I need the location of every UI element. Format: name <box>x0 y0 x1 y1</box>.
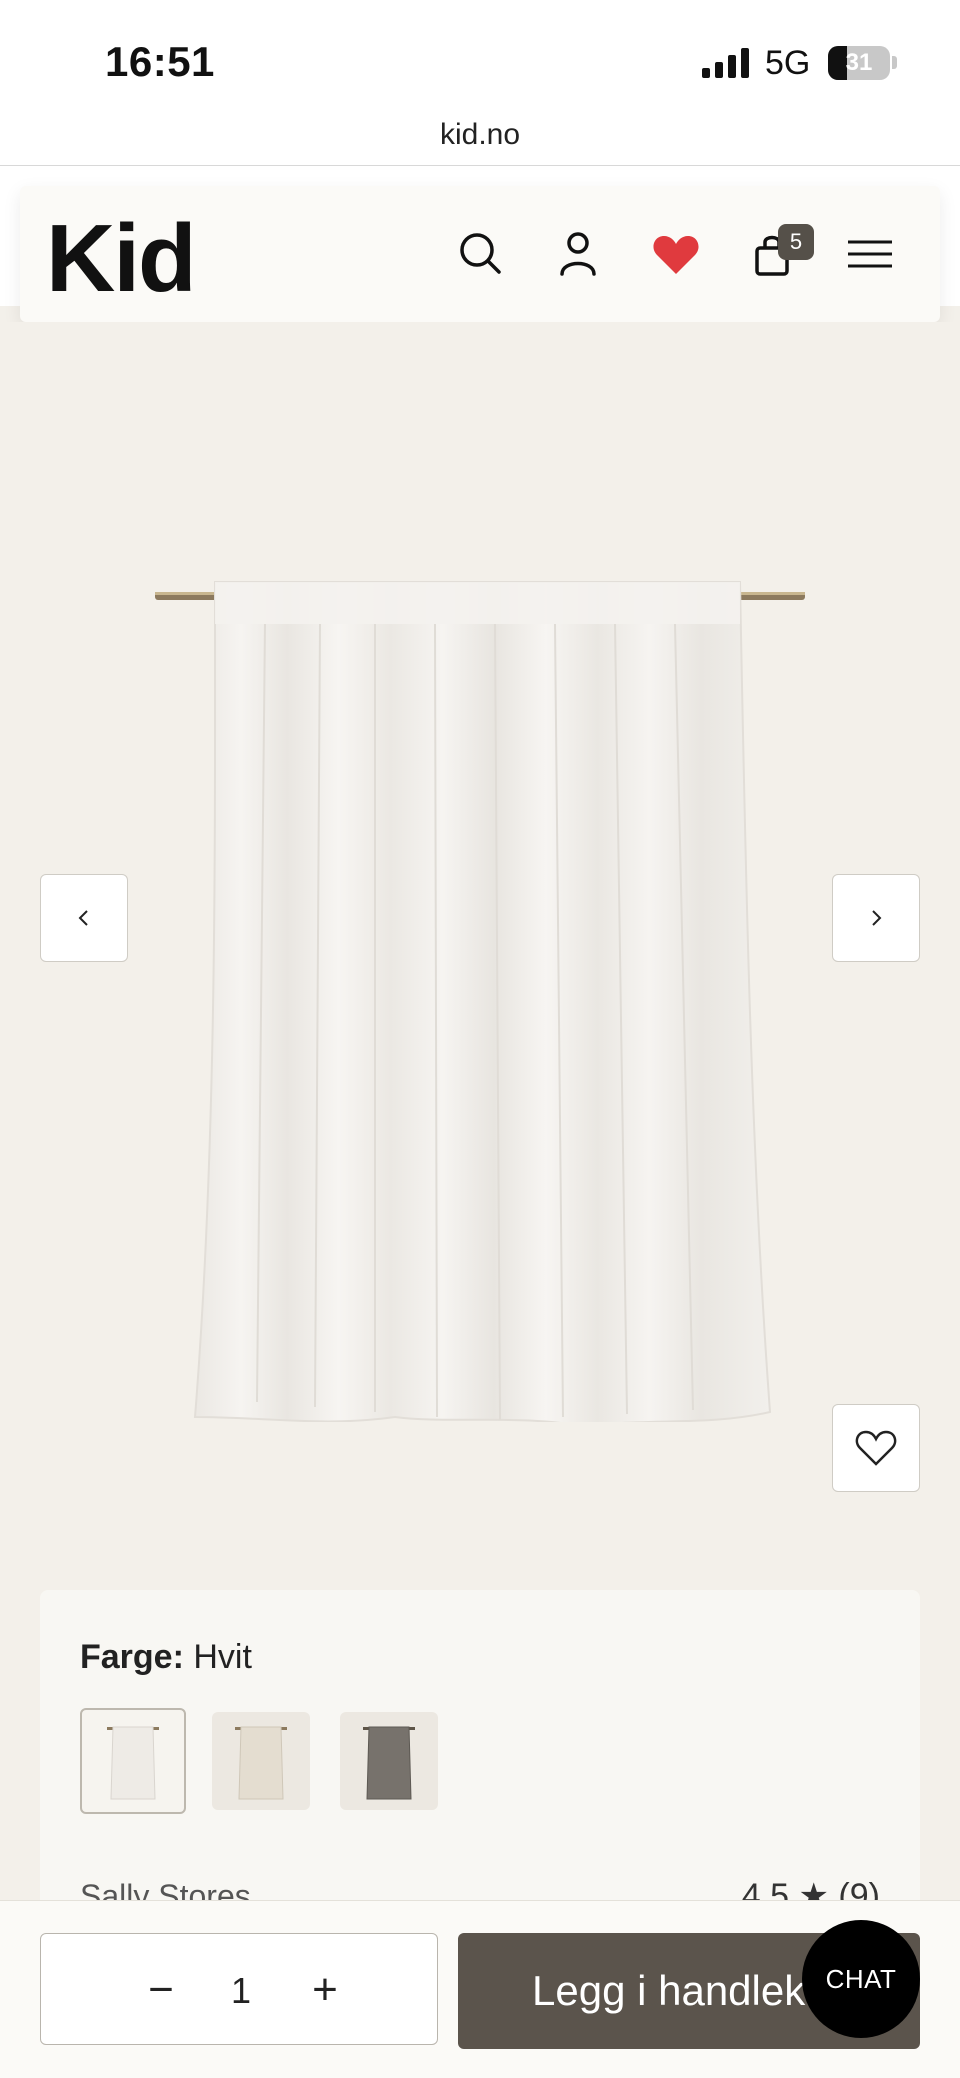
menu-icon[interactable] <box>842 226 898 282</box>
color-label-value: Hvit <box>193 1638 252 1676</box>
product-gallery <box>0 322 960 1590</box>
search-icon[interactable] <box>453 226 509 282</box>
network-type: 5G <box>765 44 811 82</box>
cart-count-badge: 5 <box>778 224 814 260</box>
kid-logo[interactable]: Kid <box>46 204 197 314</box>
swatch-natural-image <box>235 1726 287 1800</box>
swatch-grey[interactable] <box>340 1712 438 1810</box>
signal-icon <box>702 48 749 78</box>
favorite-button[interactable] <box>832 1404 920 1492</box>
swatch-white-image <box>107 1726 159 1800</box>
chat-button[interactable]: CHAT <box>802 1920 920 2038</box>
quantity-increase-button[interactable]: + <box>297 1962 353 2018</box>
battery-percent: 31 <box>845 49 873 76</box>
color-label: Farge: Hvit <box>80 1638 252 1677</box>
account-icon[interactable] <box>550 226 606 282</box>
swatch-white[interactable] <box>80 1708 186 1814</box>
chat-label: CHAT <box>825 1963 897 1994</box>
url-bar[interactable]: kid.no <box>0 112 960 166</box>
quantity-decrease-button[interactable]: − <box>133 1962 189 2018</box>
quantity-value[interactable]: 1 <box>211 1970 271 2012</box>
chevron-right-icon <box>872 910 882 926</box>
product-options-card: Farge: Hvit Sally Stores 4,5 ★ (9) <box>40 1590 920 1915</box>
heart-icon[interactable] <box>648 226 704 282</box>
color-label-key: Farge: <box>80 1638 184 1676</box>
swatch-grey-image <box>363 1726 415 1800</box>
swatch-natural[interactable] <box>212 1712 310 1810</box>
quantity-stepper: − 1 + <box>40 1933 438 2045</box>
product-image[interactable] <box>145 442 815 1422</box>
status-time: 16:51 <box>105 38 215 85</box>
chevron-left-icon <box>78 910 88 926</box>
heart-outline-icon <box>855 1430 897 1466</box>
url-text: kid.no <box>439 118 521 151</box>
gallery-prev-button[interactable] <box>40 874 128 962</box>
site-header: Kid 5 <box>20 186 940 322</box>
gallery-next-button[interactable] <box>832 874 920 962</box>
status-bar: 16:51 5G 31 <box>0 0 960 112</box>
battery-tip <box>892 56 897 69</box>
battery-icon: 31 <box>828 46 890 80</box>
